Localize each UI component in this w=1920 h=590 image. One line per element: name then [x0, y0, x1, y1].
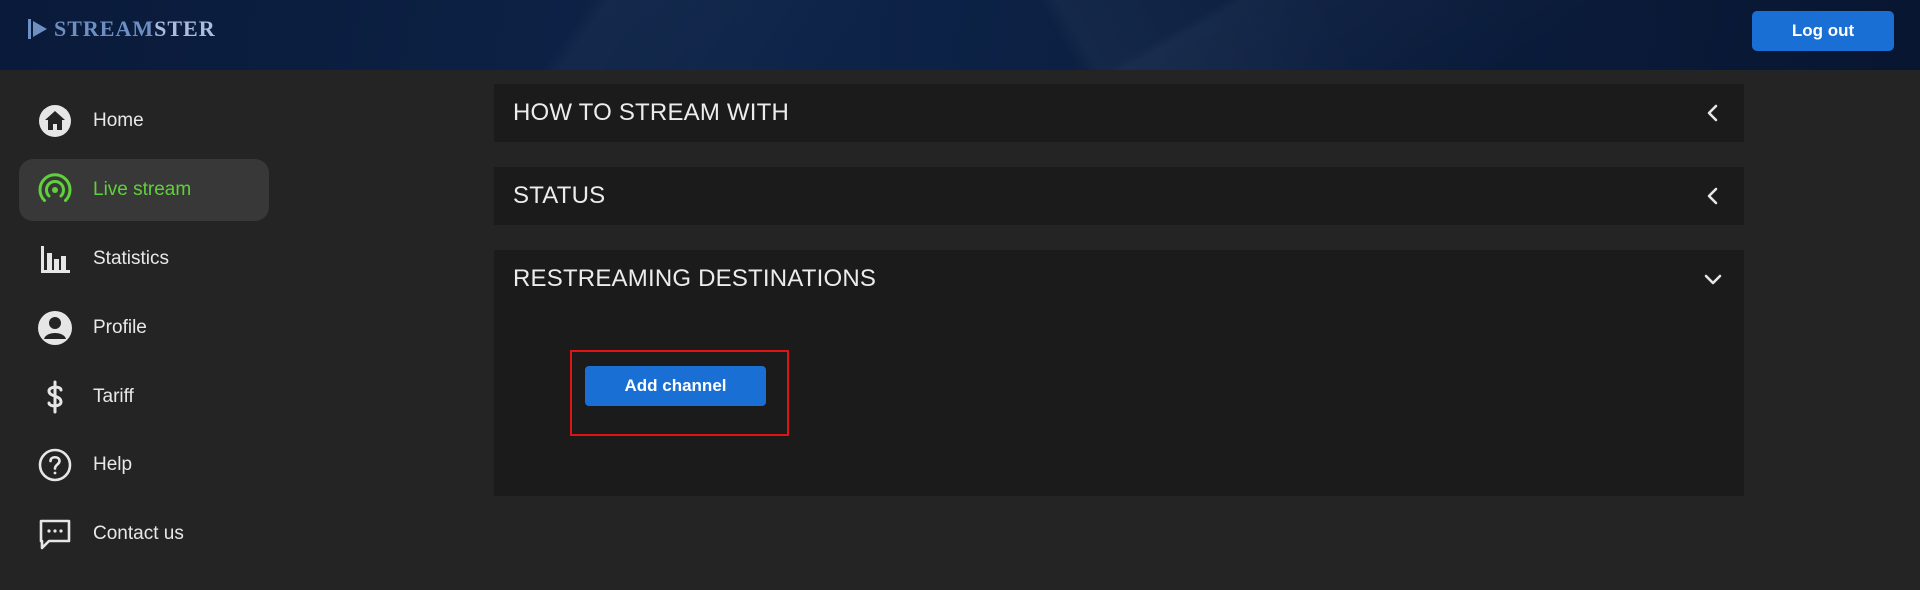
user-circle-icon: [37, 310, 73, 346]
panel-title: RESTREAMING DESTINATIONS: [513, 265, 877, 292]
sidebar-nav: Home Live stream Statistics Profile Tari…: [0, 70, 290, 590]
add-channel-button[interactable]: Add channel: [585, 366, 766, 406]
sidebar-item-statistics[interactable]: Statistics: [19, 228, 269, 290]
panel-restreaming-destinations: RESTREAMING DESTINATIONS Add channel: [494, 250, 1744, 496]
sidebar-item-label: Statistics: [93, 248, 170, 269]
sidebar-item-profile[interactable]: Profile: [19, 297, 269, 359]
sidebar-item-live-stream[interactable]: Live stream: [19, 159, 269, 221]
sidebar-item-home[interactable]: Home: [19, 90, 269, 152]
broadcast-icon: [37, 172, 73, 208]
top-header: STREAMSTER Log out: [0, 0, 1920, 70]
sidebar-item-label: Home: [93, 110, 144, 131]
home-icon: [37, 103, 73, 139]
sidebar-item-label: Profile: [93, 317, 147, 338]
sidebar-item-label: Contact us: [93, 523, 184, 544]
logo-text-prefix: STREAM: [54, 16, 155, 41]
chat-icon: [37, 516, 73, 552]
help-circle-icon: [37, 447, 73, 483]
chevron-left-icon[interactable]: [1702, 102, 1724, 124]
chevron-down-icon[interactable]: [1702, 268, 1724, 290]
panel-header-status[interactable]: STATUS: [494, 167, 1744, 225]
streamster-logo[interactable]: STREAMSTER: [28, 16, 216, 42]
panel-header-restreaming-destinations[interactable]: RESTREAMING DESTINATIONS: [494, 250, 1744, 308]
sidebar-item-label: Help: [93, 454, 133, 475]
bar-chart-icon: [37, 241, 73, 277]
logout-button[interactable]: Log out: [1752, 11, 1894, 51]
panel-title: HOW TO STREAM WITH: [513, 99, 790, 126]
panel-status: STATUS: [494, 167, 1744, 225]
logo-play-icon: [28, 18, 48, 40]
sidebar-item-tariff[interactable]: Tariff: [19, 366, 269, 428]
sidebar-item-label: Live stream: [93, 179, 192, 200]
panel-title: STATUS: [513, 182, 606, 209]
panel-how-to-stream: HOW TO STREAM WITH: [494, 84, 1744, 142]
sidebar-item-label: Tariff: [93, 386, 134, 407]
dollar-icon: [37, 379, 73, 415]
logo-text-suffix: STER: [154, 16, 216, 41]
chevron-left-icon[interactable]: [1702, 185, 1724, 207]
logo-text: STREAMSTER: [54, 16, 216, 42]
sidebar-item-help[interactable]: Help: [19, 434, 269, 496]
sidebar-item-contact-us[interactable]: Contact us: [19, 503, 269, 565]
panel-header-how-to-stream[interactable]: HOW TO STREAM WITH: [494, 84, 1744, 142]
